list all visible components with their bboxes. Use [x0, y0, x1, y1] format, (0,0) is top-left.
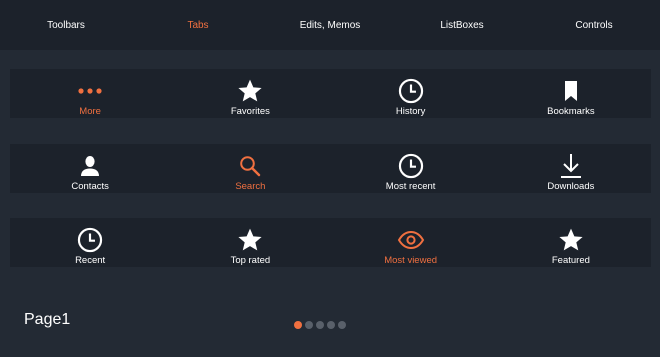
more-icon: [76, 77, 104, 105]
tab-label: Favorites: [230, 106, 270, 117]
tab-label: Bookmarks: [547, 106, 595, 117]
star-icon: [557, 226, 585, 254]
top-tab-label: Toolbars: [47, 19, 85, 31]
clock-icon: [397, 77, 425, 105]
search-icon: [236, 152, 264, 180]
bookmark-icon: [557, 77, 585, 105]
tab-label: Downloads: [547, 181, 595, 192]
top-tab-label: ListBoxes: [440, 19, 484, 31]
star-icon: [236, 226, 264, 254]
tab-history[interactable]: History: [331, 69, 491, 118]
tab-contacts[interactable]: Contacts: [10, 144, 170, 193]
tab-bar-3: Recent Top rated Most viewed Featured: [10, 218, 651, 267]
page-dot-5[interactable]: [338, 321, 346, 329]
page-title: Page1: [24, 311, 71, 328]
tab-label: Contacts: [71, 181, 109, 192]
tab-bookmarks[interactable]: Bookmarks: [491, 69, 651, 118]
tab-label: Most recent: [385, 181, 436, 192]
tab-label: Search: [235, 181, 266, 192]
tab-most-viewed[interactable]: Most viewed: [331, 218, 491, 267]
page-dot-2[interactable]: [305, 321, 313, 329]
top-tab-controls[interactable]: Controls: [528, 0, 660, 50]
clock-icon: [76, 226, 104, 254]
tab-label: History: [395, 106, 426, 117]
tab-label: Recent: [75, 255, 106, 266]
tab-label: Featured: [551, 255, 590, 266]
top-tab-tabs[interactable]: Tabs: [132, 0, 264, 50]
top-tab-label: Controls: [575, 19, 613, 31]
top-tab-bar: Toolbars Tabs Edits, Memos ListBoxes Con…: [0, 0, 660, 50]
tab-bar-1: More Favorites History Bookmarks: [10, 69, 651, 118]
tab-label: Most viewed: [384, 255, 438, 266]
tab-most-recent[interactable]: Most recent: [331, 144, 491, 193]
tab-more[interactable]: More: [10, 69, 170, 118]
tab-label: Top rated: [230, 255, 271, 266]
eye-icon: [397, 226, 425, 254]
page-dot-3[interactable]: [316, 321, 324, 329]
page-dot-1[interactable]: [294, 321, 302, 329]
tab-bar-2: Contacts Search Most recent Downloads: [10, 144, 651, 193]
download-icon: [557, 152, 585, 180]
tab-recent[interactable]: Recent: [10, 218, 170, 267]
page-indicator: [294, 321, 346, 329]
tab-featured[interactable]: Featured: [491, 218, 651, 267]
tab-downloads[interactable]: Downloads: [491, 144, 651, 193]
tab-top-rated[interactable]: Top rated: [170, 218, 330, 267]
top-tab-label: Edits, Memos: [299, 19, 361, 31]
tab-favorites[interactable]: Favorites: [170, 69, 330, 118]
top-tab-listboxes[interactable]: ListBoxes: [396, 0, 528, 50]
person-icon: [76, 152, 104, 180]
top-tab-label: Tabs: [187, 19, 209, 31]
tab-search[interactable]: Search: [170, 144, 330, 193]
tab-label: More: [79, 106, 101, 117]
top-tab-edits-memos[interactable]: Edits, Memos: [264, 0, 396, 50]
clock-icon: [397, 152, 425, 180]
top-tab-toolbars[interactable]: Toolbars: [0, 0, 132, 50]
star-icon: [236, 77, 264, 105]
page-dot-4[interactable]: [327, 321, 335, 329]
